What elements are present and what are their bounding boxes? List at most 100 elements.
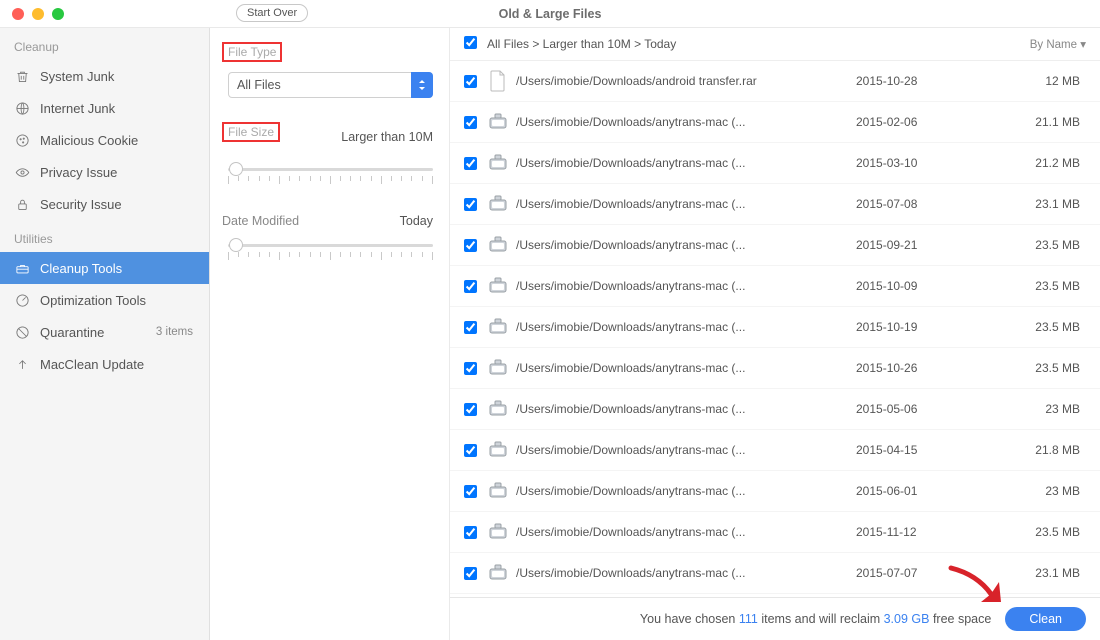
sidebar-item-privacy-issue[interactable]: Privacy Issue — [0, 156, 209, 188]
row-checkbox[interactable] — [464, 403, 477, 416]
sidebar-item-internet-junk[interactable]: Internet Junk — [0, 92, 209, 124]
window-title: Old & Large Files — [0, 7, 1100, 21]
minimize-window-icon[interactable] — [32, 8, 44, 20]
file-row[interactable]: /Users/imobie/Downloads/anytrans-mac (..… — [450, 471, 1100, 512]
file-row[interactable]: /Users/imobie/Downloads/android transfer… — [450, 61, 1100, 102]
file-path: /Users/imobie/Downloads/anytrans-mac (..… — [516, 566, 856, 580]
row-checkbox[interactable] — [464, 75, 477, 88]
row-checkbox[interactable] — [464, 239, 477, 252]
cookie-icon — [14, 132, 30, 148]
disk-image-icon — [486, 234, 510, 256]
file-date: 2015-11-12 — [856, 525, 986, 539]
file-row[interactable]: /Users/imobie/Downloads/anytrans-mac (..… — [450, 553, 1100, 594]
sidebar-item-label: Internet Junk — [40, 101, 115, 116]
file-date: 2015-05-06 — [856, 402, 986, 416]
toolbox-icon — [14, 260, 30, 276]
disk-image-icon — [486, 439, 510, 461]
file-path: /Users/imobie/Downloads/anytrans-mac (..… — [516, 279, 856, 293]
file-row[interactable]: /Users/imobie/Downloads/anytrans-mac (..… — [450, 266, 1100, 307]
row-checkbox[interactable] — [464, 444, 477, 457]
file-path: /Users/imobie/Downloads/anytrans-mac (..… — [516, 238, 856, 252]
sidebar-item-optimization-tools[interactable]: Optimization Tools — [0, 284, 209, 316]
filter-panel: File Type All Files File Size Larger tha… — [210, 28, 450, 640]
date-slider[interactable] — [228, 238, 433, 268]
file-row[interactable]: /Users/imobie/Downloads/anytrans-mac (..… — [450, 143, 1100, 184]
file-row[interactable]: /Users/imobie/Downloads/anytrans-mac (..… — [450, 225, 1100, 266]
row-checkbox[interactable] — [464, 485, 477, 498]
file-path: /Users/imobie/Downloads/anytrans-mac (..… — [516, 443, 856, 457]
file-size: 21.2 MB — [986, 156, 1086, 170]
file-date: 2015-10-28 — [856, 74, 986, 88]
file-row[interactable]: /Users/imobie/Downloads/anytrans-mac (..… — [450, 307, 1100, 348]
sidebar-item-label: Privacy Issue — [40, 165, 117, 180]
file-row[interactable]: /Users/imobie/Downloads/anytrans-mac (..… — [450, 348, 1100, 389]
sidebar-item-system-junk[interactable]: System Junk — [0, 60, 209, 92]
disk-image-icon — [486, 275, 510, 297]
sidebar-item-label: Quarantine — [40, 325, 104, 340]
zoom-window-icon[interactable] — [52, 8, 64, 20]
gauge-icon — [14, 292, 30, 308]
row-checkbox[interactable] — [464, 526, 477, 539]
disk-image-icon — [486, 357, 510, 379]
file-date: 2015-07-08 — [856, 197, 986, 211]
row-checkbox[interactable] — [464, 198, 477, 211]
file-date: 2015-04-15 — [856, 443, 986, 457]
window-controls[interactable] — [12, 8, 64, 20]
row-checkbox[interactable] — [464, 116, 477, 129]
sidebar-item-count: 3 items — [156, 326, 195, 338]
sidebar-item-security-issue[interactable]: Security Issue — [0, 188, 209, 220]
row-checkbox[interactable] — [464, 567, 477, 580]
file-size: 23.5 MB — [986, 279, 1086, 293]
file-row[interactable]: /Users/imobie/Downloads/anytrans-mac (..… — [450, 389, 1100, 430]
file-size-value: Larger than 10M — [341, 130, 433, 144]
file-size: 23.5 MB — [986, 525, 1086, 539]
file-path: /Users/imobie/Downloads/anytrans-mac (..… — [516, 361, 856, 375]
sort-dropdown[interactable]: By Name ▾ — [1030, 37, 1086, 51]
file-date: 2015-07-07 — [856, 566, 986, 580]
file-row[interactable]: /Users/imobie/Downloads/anytrans-mac (..… — [450, 184, 1100, 225]
file-size-slider[interactable] — [228, 162, 433, 192]
sidebar-item-quarantine[interactable]: Quarantine 3 items — [0, 316, 209, 348]
file-path: /Users/imobie/Downloads/anytrans-mac (..… — [516, 197, 856, 211]
disk-image-icon — [486, 562, 510, 584]
file-date: 2015-10-09 — [856, 279, 986, 293]
row-checkbox[interactable] — [464, 280, 477, 293]
trash-icon — [14, 68, 30, 84]
footer-size: 3.09 GB — [884, 612, 930, 626]
file-date: 2015-06-01 — [856, 484, 986, 498]
eye-icon — [14, 164, 30, 180]
file-row[interactable]: /Users/imobie/Downloads/anytrans-mac (..… — [450, 102, 1100, 143]
document-icon — [486, 70, 510, 92]
file-size: 23 MB — [986, 402, 1086, 416]
file-list: All Files > Larger than 10M > Today By N… — [450, 28, 1100, 640]
globe-icon — [14, 100, 30, 116]
close-window-icon[interactable] — [12, 8, 24, 20]
select-all-checkbox[interactable] — [464, 36, 477, 49]
file-size: 12 MB — [986, 74, 1086, 88]
file-size: 21.8 MB — [986, 443, 1086, 457]
disk-image-icon — [486, 480, 510, 502]
row-checkbox[interactable] — [464, 321, 477, 334]
file-date: 2015-09-21 — [856, 238, 986, 252]
file-size: 23.5 MB — [986, 238, 1086, 252]
file-type-dropdown[interactable]: All Files — [228, 72, 433, 98]
file-date: 2015-03-10 — [856, 156, 986, 170]
file-path: /Users/imobie/Downloads/android transfer… — [516, 74, 856, 88]
sidebar-item-label: Security Issue — [40, 197, 122, 212]
start-over-button[interactable]: Start Over — [236, 4, 308, 22]
footer-count: 111 — [739, 612, 758, 626]
clean-button[interactable]: Clean — [1005, 607, 1086, 631]
file-date: 2015-10-26 — [856, 361, 986, 375]
sidebar: Cleanup System Junk Internet Junk Malici… — [0, 28, 210, 640]
row-checkbox[interactable] — [464, 362, 477, 375]
file-row[interactable]: /Users/imobie/Downloads/anytrans-mac (..… — [450, 512, 1100, 553]
file-row[interactable]: /Users/imobie/Downloads/anytrans-mac (..… — [450, 430, 1100, 471]
row-checkbox[interactable] — [464, 157, 477, 170]
file-path: /Users/imobie/Downloads/anytrans-mac (..… — [516, 156, 856, 170]
sidebar-item-malicious-cookie[interactable]: Malicious Cookie — [0, 124, 209, 156]
sidebar-item-cleanup-tools[interactable]: Cleanup Tools — [0, 252, 209, 284]
lock-icon — [14, 196, 30, 212]
sidebar-item-update[interactable]: MacClean Update — [0, 348, 209, 380]
sidebar-item-label: Malicious Cookie — [40, 133, 138, 148]
sidebar-item-label: Optimization Tools — [40, 293, 146, 308]
